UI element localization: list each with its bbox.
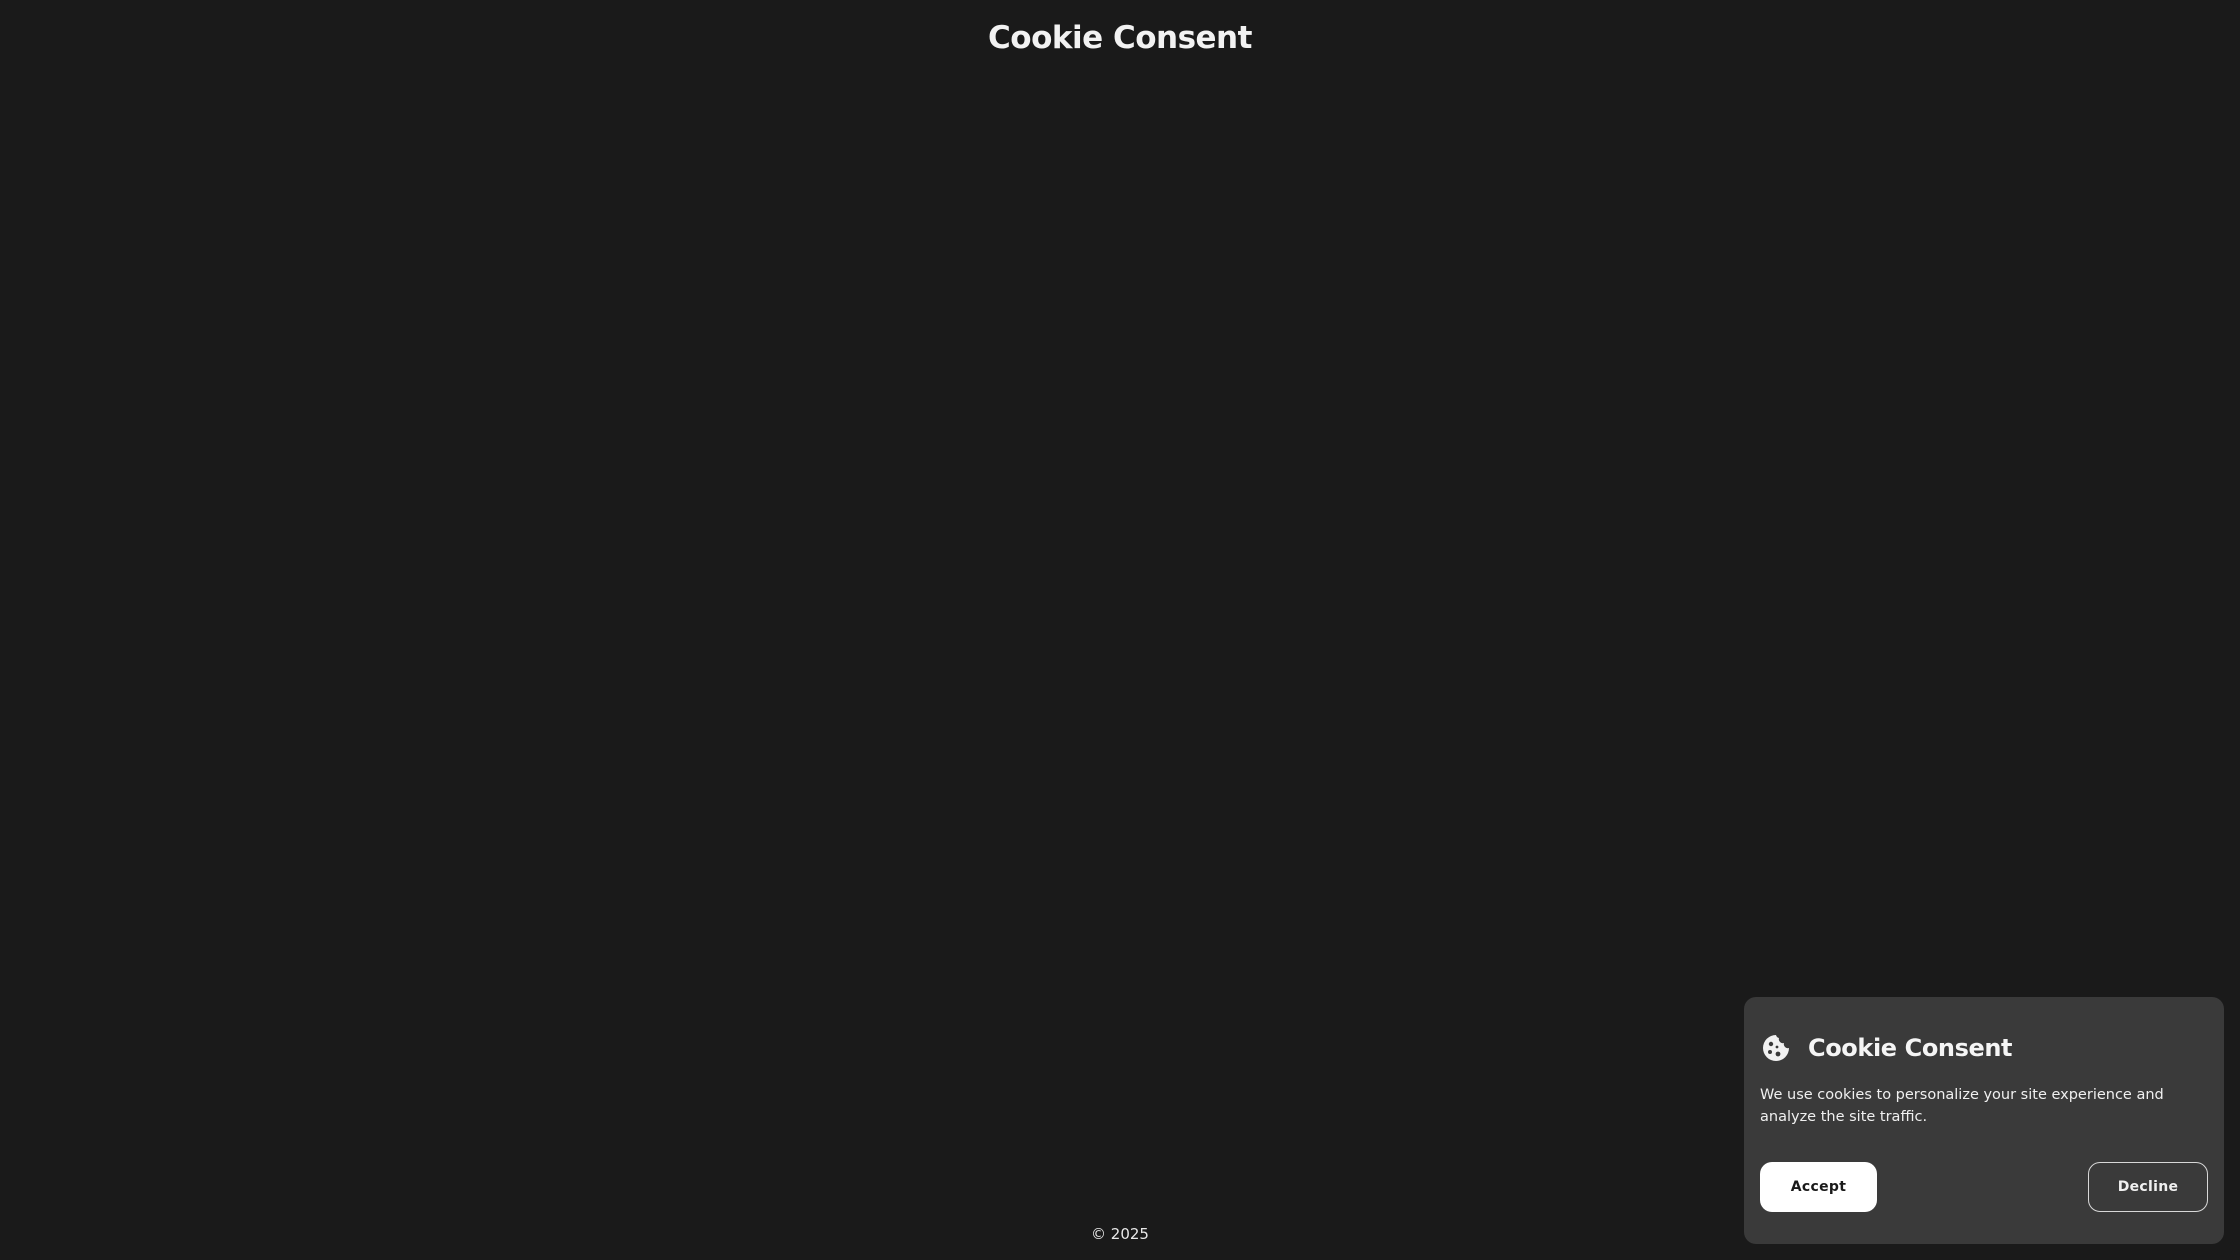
cookie-consent-banner: Cookie Consent We use cookies to persona… bbox=[1744, 997, 2224, 1244]
cookie-icon bbox=[1760, 1032, 1792, 1064]
page-title: Cookie Consent bbox=[988, 20, 1252, 56]
consent-header: Cookie Consent bbox=[1760, 1031, 2013, 1065]
consent-title: Cookie Consent bbox=[1808, 1034, 2013, 1062]
consent-message: We use cookies to personalize your site … bbox=[1760, 1087, 2164, 1125]
decline-button[interactable]: Decline bbox=[2088, 1162, 2208, 1212]
accept-button[interactable]: Accept bbox=[1760, 1162, 1877, 1212]
